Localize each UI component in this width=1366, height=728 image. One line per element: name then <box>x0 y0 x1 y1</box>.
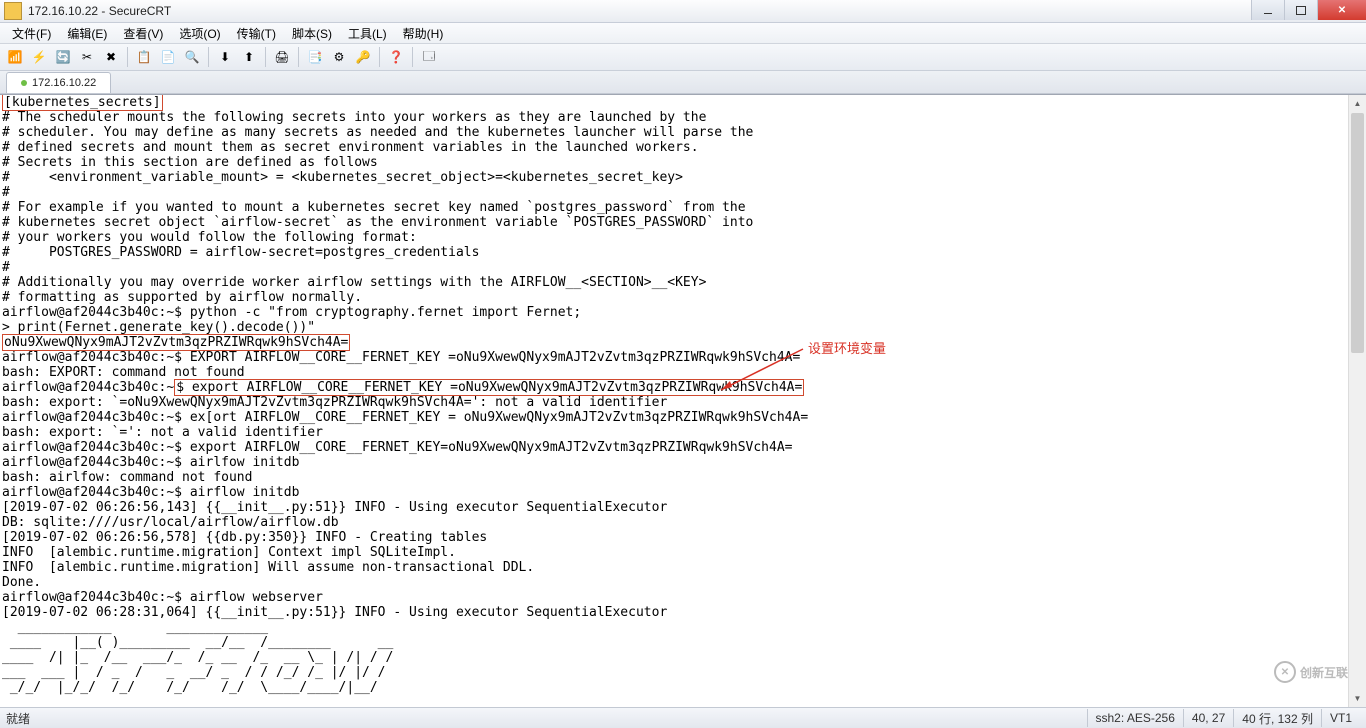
menu-options[interactable]: 选项(O) <box>171 25 228 42</box>
window-titlebar: 172.16.10.22 - SecureCRT ✕ <box>0 0 1366 23</box>
print-icon[interactable]: 🖨 <box>271 46 293 68</box>
session-manager-icon[interactable]: 🗔 <box>418 46 440 68</box>
menu-bar: 文件(F) 编辑(E) 查看(V) 选项(O) 传输(T) 脚本(S) 工具(L… <box>0 23 1366 44</box>
app-icon <box>4 2 22 20</box>
close-button[interactable]: ✕ <box>1317 0 1366 20</box>
status-rowcol: 40 行, 132 列 <box>1233 709 1321 727</box>
copy-icon[interactable]: 📋 <box>133 46 155 68</box>
menu-help[interactable]: 帮助(H) <box>395 25 452 42</box>
menu-edit[interactable]: 编辑(E) <box>59 25 115 42</box>
menu-tools[interactable]: 工具(L) <box>340 25 395 42</box>
watermark-logo-icon: ✕ <box>1274 661 1296 683</box>
separator-icon <box>127 47 128 67</box>
separator-icon <box>298 47 299 67</box>
watermark: ✕ 创新互联 <box>1274 661 1348 683</box>
separator-icon <box>265 47 266 67</box>
menu-view[interactable]: 查看(V) <box>115 25 171 42</box>
paste-icon[interactable]: 📄 <box>157 46 179 68</box>
status-cursor-pos: 40, 27 <box>1183 709 1233 727</box>
stop-icon[interactable]: ✖ <box>100 46 122 68</box>
scroll-down-icon[interactable]: ▼ <box>1349 690 1366 707</box>
vertical-scrollbar[interactable]: ▲ ▼ <box>1348 95 1366 707</box>
reconnect-icon[interactable]: 🔄 <box>52 46 74 68</box>
toolbar: 📶 ⚡ 🔄 ✂ ✖ 📋 📄 🔍 ⬇ ⬆ 🖨 📑 ⚙ 🔑 ❓ 🗔 <box>0 44 1366 71</box>
terminal[interactable]: [kubernetes_secrets] # The scheduler mou… <box>0 94 1366 707</box>
options-icon[interactable]: ⚙ <box>328 46 350 68</box>
quick-connect-icon[interactable]: ⚡ <box>28 46 50 68</box>
menu-file[interactable]: 文件(F) <box>4 25 59 42</box>
status-ssh: ssh2: AES-256 <box>1087 709 1183 727</box>
session-tab[interactable]: 172.16.10.22 <box>6 72 111 93</box>
status-dot-icon <box>21 80 27 86</box>
tab-label: 172.16.10.22 <box>32 77 96 89</box>
connect-icon[interactable]: 📶 <box>4 46 26 68</box>
terminal-output: [kubernetes_secrets] # The scheduler mou… <box>0 95 1366 695</box>
key-icon[interactable]: 🔑 <box>352 46 374 68</box>
menu-transfer[interactable]: 传输(T) <box>229 25 284 42</box>
minimize-button[interactable] <box>1251 0 1284 20</box>
separator-icon <box>379 47 380 67</box>
find-icon[interactable]: 🔍 <box>181 46 203 68</box>
fernet-key-box: oNu9XwewQNyx9mAJT2vZvtm3qzPRZIWRqwk9hSVc… <box>2 334 350 351</box>
maximize-button[interactable] <box>1284 0 1317 20</box>
status-ready: 就绪 <box>6 710 30 727</box>
status-vt: VT1 <box>1321 709 1360 727</box>
status-bar: 就绪 ssh2: AES-256 40, 27 40 行, 132 列 VT1 <box>0 707 1366 728</box>
xmodem-icon[interactable]: ⬇ <box>214 46 236 68</box>
window-title: 172.16.10.22 - SecureCRT <box>28 4 171 18</box>
separator-icon <box>412 47 413 67</box>
help-icon[interactable]: ❓ <box>385 46 407 68</box>
scroll-up-icon[interactable]: ▲ <box>1349 95 1366 112</box>
annotation-label: 设置环境变量 <box>808 338 886 357</box>
menu-script[interactable]: 脚本(S) <box>284 25 340 42</box>
watermark-text: 创新互联 <box>1300 664 1348 681</box>
disconnect-icon[interactable]: ✂ <box>76 46 98 68</box>
scroll-thumb[interactable] <box>1351 113 1364 353</box>
tab-bar: 172.16.10.22 <box>0 71 1366 94</box>
export-command-box: $ export AIRFLOW__CORE__FERNET_KEY =oNu9… <box>174 379 804 396</box>
properties-icon[interactable]: 📑 <box>304 46 326 68</box>
separator-icon <box>208 47 209 67</box>
ymodem-icon[interactable]: ⬆ <box>238 46 260 68</box>
